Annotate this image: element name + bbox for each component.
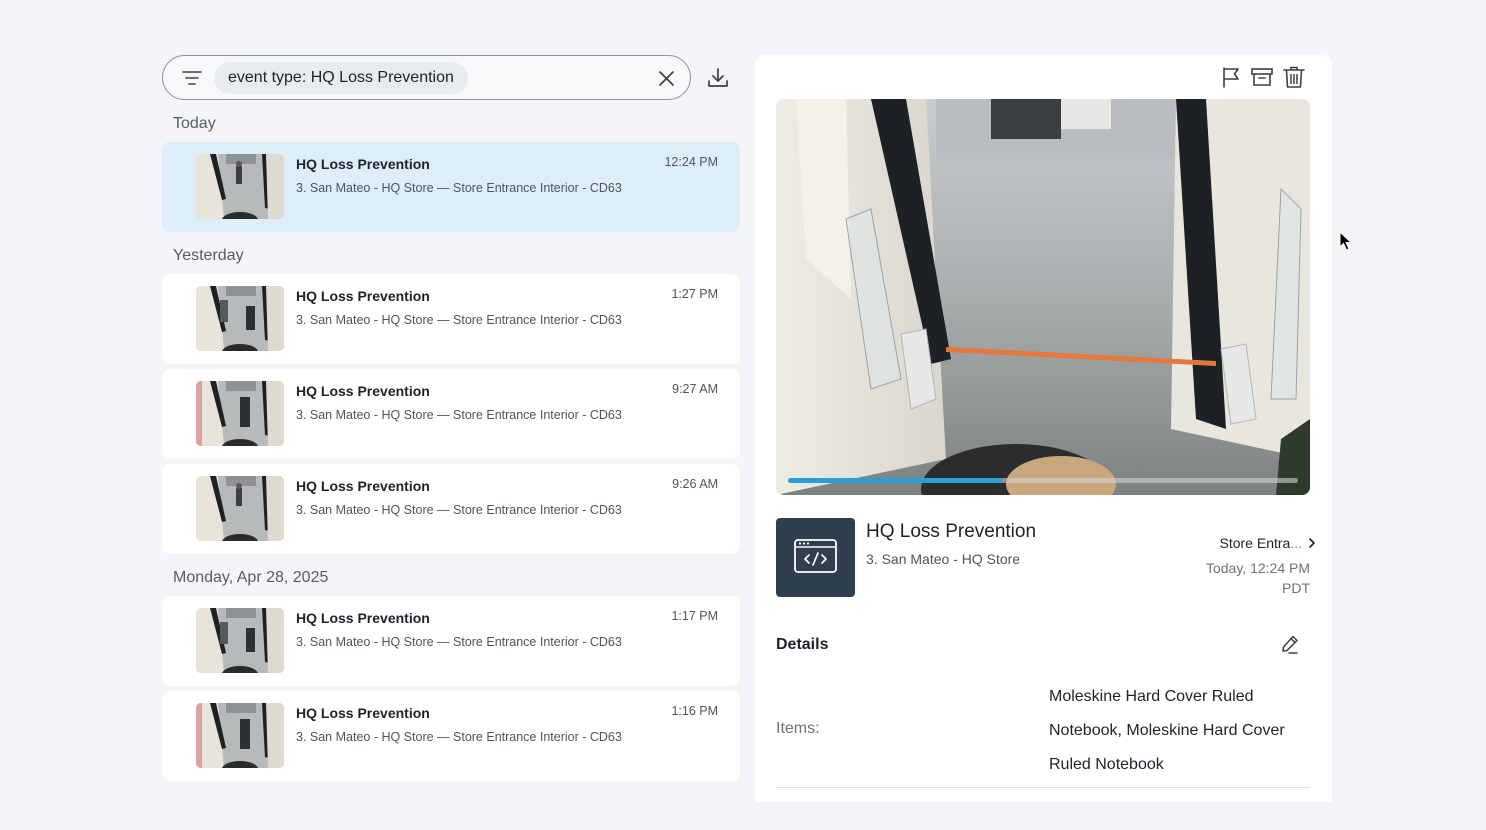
trash-icon[interactable] [1282,65,1306,89]
event-thumbnail [196,286,284,351]
camera-frame-image [776,99,1310,495]
event-row[interactable]: HQ Loss Prevention 3. San Mateo - HQ Stor… [162,691,740,781]
detail-timestamp: Today, 12:24 PM PDT [1170,558,1310,598]
filter-chip[interactable]: event type: HQ Loss Prevention [214,62,468,94]
mouse-pointer-icon [1339,231,1353,251]
download-icon[interactable] [706,66,730,90]
details-heading: Details [776,636,829,653]
event-row[interactable]: HQ Loss Prevention 3. San Mateo - HQ Stor… [162,596,740,686]
video-progress-bar[interactable] [788,478,1298,483]
event-thumbnail-image [196,154,284,219]
event-row[interactable]: HQ Loss Prevention 3. San Mateo - HQ Stor… [162,369,740,459]
event-row-selected[interactable]: HQ Loss Prevention 3. San Mateo - HQ Stor… [162,142,740,232]
event-thumbnail-image [196,703,284,768]
event-thumbnail [196,608,284,673]
code-window-icon [794,539,837,573]
event-thumbnail-image [196,286,284,351]
detail-time-zone: PDT [1282,580,1310,596]
camera-name-ellipsis: ... [1290,535,1302,551]
detail-event-title: HQ Loss Prevention [866,521,1037,542]
event-detail-panel: HQ Loss Prevention 3. San Mateo - HQ Sto… [755,55,1332,802]
event-title: HQ Loss Prevention [296,705,430,721]
event-location: 3. San Mateo - HQ Store — Store Entrance… [296,408,622,422]
event-row[interactable]: HQ Loss Prevention 3. San Mateo - HQ Stor… [162,274,740,364]
video-player[interactable] [776,99,1310,495]
flag-icon[interactable] [1219,65,1243,89]
details-divider [776,787,1310,788]
event-time: 12:24 PM [664,155,718,169]
filter-icon[interactable] [181,68,203,88]
items-value: Moleskine Hard Cover Ruled Notebook, Mol… [1049,688,1285,773]
search-row: event type: HQ Loss Prevention [162,55,740,100]
event-time: 9:27 AM [672,382,718,396]
event-time: 1:17 PM [671,609,718,623]
event-thumbnail-image [196,381,284,446]
event-time: 1:27 PM [671,287,718,301]
event-location: 3. San Mateo - HQ Store — Store Entrance… [296,503,622,517]
event-thumbnail-image [196,608,284,673]
event-groups: Today HQ Loss Prevention 3. San Mateo - HQ… [162,106,740,781]
video-progress-fill [788,478,1003,483]
event-title: HQ Loss Prevention [296,478,430,494]
date-group-label: Today [173,115,216,132]
event-thumbnail [196,381,284,446]
camera-link[interactable]: Store Entra... [1220,535,1303,551]
detail-site-name: 3. San Mateo - HQ Store [866,551,1021,567]
event-title: HQ Loss Prevention [296,610,430,626]
date-group-label: Monday, Apr 28, 2025 [173,569,329,586]
detail-time-date: Today, 12:24 PM [1205,560,1310,576]
archive-icon[interactable] [1250,65,1274,89]
event-title: HQ Loss Prevention [296,288,430,304]
chevron-right-icon[interactable] [1306,537,1318,549]
event-title: HQ Loss Prevention [296,156,430,172]
close-icon[interactable] [657,69,676,88]
event-row[interactable]: HQ Loss Prevention 3. San Mateo - HQ Stor… [162,464,740,554]
date-group-label: Yesterday [173,247,244,264]
event-thumbnail [196,476,284,541]
event-location: 3. San Mateo - HQ Store — Store Entrance… [296,313,622,327]
event-time: 1:16 PM [671,704,718,718]
event-list-column: event type: HQ Loss Prevention Today HQ L… [162,55,740,786]
event-location: 3. San Mateo - HQ Store — Store Entrance… [296,181,622,195]
event-type-badge [776,518,855,597]
event-thumbnail [196,154,284,219]
event-location: 3. San Mateo - HQ Store — Store Entrance… [296,635,622,649]
event-thumbnail-image [196,476,284,541]
event-title: HQ Loss Prevention [296,383,430,399]
items-label: Items: [776,720,820,737]
camera-name: Store Entra [1219,535,1291,551]
pencil-icon[interactable] [1280,634,1300,654]
search-bar[interactable]: event type: HQ Loss Prevention [162,55,691,100]
event-location: 3. San Mateo - HQ Store — Store Entrance… [296,730,622,744]
event-thumbnail [196,703,284,768]
event-time: 9:26 AM [672,477,718,491]
